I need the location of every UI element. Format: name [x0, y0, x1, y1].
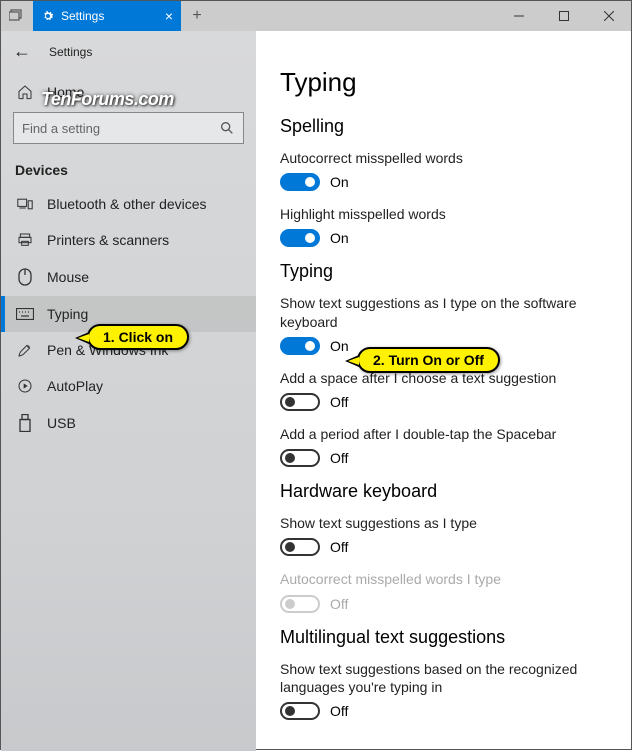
setting-label: Show text suggestions as I type on the s… — [280, 294, 607, 330]
sidebar-item-label: USB — [47, 415, 76, 431]
back-button[interactable]: ← — [13, 41, 31, 62]
gear-icon — [41, 9, 55, 23]
minimize-button[interactable] — [496, 1, 541, 31]
sidebar-item-bluetooth[interactable]: Bluetooth & other devices — [1, 186, 256, 222]
close-button[interactable] — [586, 1, 631, 31]
search-input[interactable]: Find a setting — [13, 112, 244, 144]
browser-tab-settings[interactable]: Settings × — [33, 1, 181, 31]
content-panel: Typing Spelling Autocorrect misspelled w… — [256, 31, 631, 751]
callout-2: 2. Turn On or Off — [357, 347, 500, 373]
callout-text: 2. Turn On or Off — [373, 352, 484, 368]
autoplay-icon — [15, 378, 35, 394]
section-heading-spelling: Spelling — [280, 116, 607, 137]
title-bar: Settings × + — [1, 1, 631, 31]
callout-text: 1. Click on — [103, 329, 173, 345]
toggle-state: Off — [330, 703, 348, 719]
usb-icon — [15, 414, 35, 432]
maximize-button[interactable] — [541, 1, 586, 31]
page-title: Typing — [280, 67, 607, 98]
toggle-state: Off — [330, 539, 348, 555]
search-placeholder: Find a setting — [22, 121, 100, 136]
category-heading: Devices — [1, 158, 256, 186]
toggle-autocorrect[interactable] — [280, 173, 320, 191]
toggle-highlight[interactable] — [280, 229, 320, 247]
setting-label: Highlight misspelled words — [280, 205, 607, 223]
setting-label: Autocorrect misspelled words — [280, 149, 607, 167]
home-icon — [15, 84, 35, 100]
sidebar-item-label: Printers & scanners — [47, 232, 169, 248]
sidebar-item-autoplay[interactable]: AutoPlay — [1, 368, 256, 404]
setting-label: Autocorrect misspelled words I type — [280, 570, 607, 588]
toggle-state: On — [330, 338, 349, 354]
home-link[interactable]: Home — [1, 74, 256, 110]
app-title: Settings — [49, 45, 92, 59]
sidebar-item-mouse[interactable]: Mouse — [1, 258, 256, 296]
toggle-add-period[interactable] — [280, 449, 320, 467]
sidebar-item-label: Bluetooth & other devices — [47, 196, 207, 212]
taskview-icon[interactable] — [1, 1, 33, 31]
section-heading-hardware: Hardware keyboard — [280, 481, 607, 502]
toggle-hw-autocorrect — [280, 595, 320, 613]
sidebar-item-label: AutoPlay — [47, 378, 103, 394]
keyboard-icon — [15, 308, 35, 320]
toggle-state: Off — [330, 394, 348, 410]
pen-icon — [15, 342, 35, 358]
toggle-add-space[interactable] — [280, 393, 320, 411]
sidebar-item-usb[interactable]: USB — [1, 404, 256, 442]
section-heading-multilingual: Multilingual text suggestions — [280, 627, 607, 648]
setting-label: Show text suggestions based on the recog… — [280, 660, 607, 696]
search-icon — [219, 120, 235, 136]
toggle-state: Off — [330, 596, 348, 612]
toggle-suggestions[interactable] — [280, 337, 320, 355]
mouse-icon — [15, 268, 35, 286]
sidebar-item-printers[interactable]: Printers & scanners — [1, 222, 256, 258]
tab-title: Settings — [61, 9, 104, 23]
toggle-state: Off — [330, 450, 348, 466]
setting-label: Show text suggestions as I type — [280, 514, 607, 532]
sidebar-item-label: Typing — [47, 306, 88, 322]
devices-icon — [15, 197, 35, 211]
sidebar: ← Settings TenForums.com Home Find a set… — [1, 31, 256, 751]
sidebar-item-label: Mouse — [47, 269, 89, 285]
toggle-state: On — [330, 174, 349, 190]
callout-1: 1. Click on — [87, 324, 189, 350]
toggle-state: On — [330, 230, 349, 246]
printer-icon — [15, 232, 35, 248]
new-tab-button[interactable]: + — [181, 1, 213, 31]
tab-close-icon[interactable]: × — [165, 8, 173, 24]
setting-label: Add a period after I double-tap the Spac… — [280, 425, 607, 443]
section-heading-typing: Typing — [280, 261, 607, 282]
toggle-multilingual[interactable] — [280, 702, 320, 720]
home-label: Home — [47, 84, 84, 100]
toggle-hw-suggestions[interactable] — [280, 538, 320, 556]
